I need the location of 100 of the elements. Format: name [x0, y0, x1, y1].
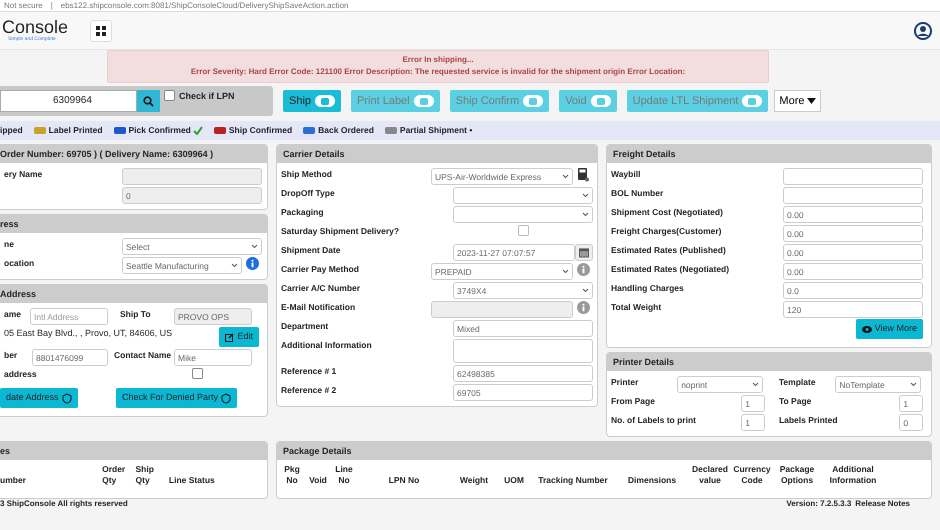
- field-label: ne: [4, 239, 14, 249]
- field-label: address: [4, 369, 37, 379]
- more-dropdown[interactable]: More: [774, 90, 822, 112]
- select-dropdown[interactable]: 3749X4: [453, 282, 593, 299]
- chevron-down-icon: [752, 382, 759, 387]
- pill-icon: [420, 98, 428, 104]
- calculator-icon[interactable]: [577, 168, 589, 182]
- field-label: Carrier Pay Method: [281, 264, 359, 274]
- info-icon[interactable]: [246, 257, 259, 270]
- checkbox[interactable]: [518, 225, 528, 236]
- field-label: Template: [778, 377, 816, 387]
- panel-header: Carrier Details: [277, 145, 597, 163]
- input-field[interactable]: Mixed: [453, 320, 593, 337]
- pill-icon: [321, 98, 330, 104]
- address-bar[interactable]: ebs122.shipconsole.com:8081/ShipConsoleCloud/DeliveryShipSaveAction.action: [60, 0, 348, 11]
- eye-icon: [862, 326, 872, 332]
- input-field[interactable]: 8801476099: [32, 349, 108, 366]
- input-field[interactable]: 0.00: [783, 225, 923, 242]
- pill-icon: [748, 98, 756, 104]
- select-dropdown[interactable]: NoTemplate: [835, 376, 922, 393]
- input-field[interactable]: 0.00: [783, 263, 923, 280]
- select-dropdown[interactable]: PREPAID: [431, 263, 573, 280]
- input-field[interactable]: Mike: [174, 349, 252, 366]
- chevron-down-icon: [582, 288, 589, 293]
- logo-text: Console: [2, 18, 68, 36]
- column-header: Order Qty: [102, 464, 126, 486]
- input-field[interactable]: 69705: [453, 384, 593, 401]
- input-field[interactable]: [453, 339, 593, 363]
- error-message: Error Severity: Hard Error Code: 121100 Error Description: The requested service is invalid for the shipment origin Error Location:: [190, 66, 686, 78]
- legend-label: Pick Confirmed: [128, 124, 191, 137]
- chevron-down-icon: [582, 193, 589, 198]
- panel-header: ress: [0, 215, 267, 233]
- field-label: Labels Printed: [778, 415, 838, 425]
- column-header: Dimensions: [626, 475, 678, 486]
- input-field[interactable]: [122, 168, 262, 185]
- field-label: Department: [281, 321, 328, 331]
- lpn-checkbox[interactable]: [164, 90, 175, 101]
- field-label: Total Weight: [611, 302, 662, 312]
- field-label: Packaging: [281, 207, 324, 217]
- field-label: ery Name: [4, 169, 42, 179]
- input-field[interactable]: 0.00: [783, 206, 923, 223]
- select-dropdown[interactable]: Select: [122, 238, 262, 255]
- column-header: umber: [0, 475, 27, 486]
- status-icon: [384, 125, 398, 136]
- input-field[interactable]: 120: [783, 301, 923, 318]
- field-label: Shipment Cost (Negotiated): [611, 207, 723, 217]
- select-dropdown[interactable]: Seattle Manufacturing: [122, 257, 242, 274]
- search-button[interactable]: [137, 90, 160, 112]
- input-field[interactable]: [783, 168, 923, 185]
- input-field[interactable]: PROVO OPS: [174, 308, 252, 325]
- input-field[interactable]: 0: [122, 187, 262, 204]
- field-label: Printer: [611, 377, 638, 387]
- release-notes-link[interactable]: Release Notes: [855, 499, 910, 509]
- lpn-label: Check if LPN: [179, 90, 235, 103]
- panel-header: Freight Details: [607, 145, 931, 163]
- panel-header: Printer Details: [607, 353, 931, 371]
- apps-grid-button[interactable]: [90, 20, 112, 42]
- input-field[interactable]: [783, 187, 923, 204]
- grid-icon: [96, 26, 106, 36]
- calendar-button[interactable]: [575, 244, 593, 261]
- input-field[interactable]: [431, 301, 573, 318]
- user-avatar-icon[interactable]: [914, 22, 932, 40]
- column-header: Weight: [458, 475, 490, 486]
- action-button[interactable]: Ship: [283, 90, 342, 112]
- calendar-icon[interactable]: [579, 247, 589, 258]
- column-header: Pkg No: [283, 464, 301, 486]
- legend-label: Partial Shipment •: [400, 124, 472, 137]
- input-field[interactable]: 1: [899, 395, 924, 412]
- checkbox[interactable]: [192, 368, 203, 379]
- column-header: Line Status: [168, 475, 216, 486]
- select-dropdown[interactable]: [453, 206, 593, 223]
- input-field[interactable]: 0.00: [783, 244, 923, 261]
- info-icon[interactable]: [577, 263, 590, 276]
- version-text: Version: 7.2.5.3.3: [786, 499, 852, 509]
- input-field[interactable]: 1: [741, 395, 765, 412]
- legend-label: Back Ordered: [318, 124, 374, 137]
- field-label: DropOff Type: [281, 188, 335, 198]
- pill-icon: [596, 98, 605, 104]
- delivery-search-field[interactable]: 6309964: [0, 90, 137, 112]
- info-icon[interactable]: [577, 301, 590, 314]
- action-button[interactable]: date Address: [0, 388, 78, 408]
- select-dropdown[interactable]: UPS-Air-Worldwide Express: [431, 168, 573, 185]
- chevron-down-icon: [562, 269, 569, 274]
- caret-icon: [807, 98, 816, 104]
- input-field[interactable]: 2023-11-27 07:07:57: [453, 244, 575, 261]
- panel-header: Package Details: [277, 442, 931, 460]
- chevron-down-icon: [910, 382, 918, 387]
- input-field[interactable]: 0.0: [783, 282, 923, 299]
- input-field[interactable]: 62498385: [453, 365, 593, 382]
- select-dropdown[interactable]: [453, 187, 593, 204]
- view-more-button[interactable]: View More: [856, 319, 923, 339]
- chevron-down-icon: [251, 244, 258, 249]
- status-icon: [212, 125, 227, 136]
- edit-button[interactable]: Edit: [219, 327, 259, 347]
- input-field[interactable]: 1: [741, 414, 765, 431]
- select-dropdown[interactable]: noprint: [677, 376, 763, 393]
- legend-label: ipped: [0, 124, 23, 137]
- pill-icon: [529, 98, 538, 104]
- action-button[interactable]: Check For Denied Party: [116, 388, 237, 408]
- input-field[interactable]: 0: [899, 414, 924, 431]
